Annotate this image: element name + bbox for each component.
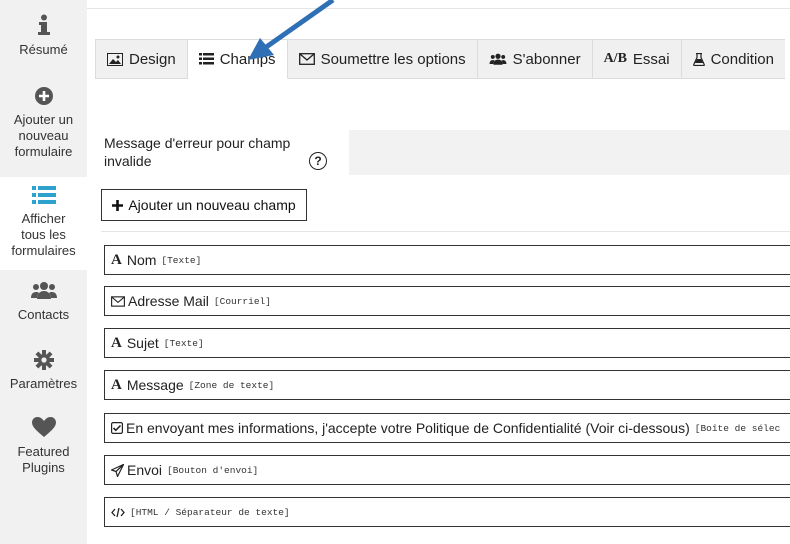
plus-circle-icon xyxy=(0,86,87,110)
tab-label: S'abonner xyxy=(512,50,581,68)
users-icon xyxy=(0,281,87,305)
field-type: [HTML / Séparateur de texte] xyxy=(130,506,290,518)
text-icon: A xyxy=(111,251,122,268)
field-row-message[interactable]: A Message [Zone de texte] xyxy=(104,370,790,400)
sidebar-item-label: Paramètres xyxy=(9,376,78,391)
sidebar-item-featured-plugins[interactable]: Featured Plugins xyxy=(0,416,87,482)
field-label: Message xyxy=(126,377,184,393)
list-icon xyxy=(198,53,214,65)
tab-subscribe[interactable]: S'abonner xyxy=(477,39,593,79)
code-icon xyxy=(111,507,125,518)
field-type: [Zone de texte] xyxy=(188,379,275,391)
field-row-name[interactable]: A Nom [Texte] xyxy=(104,245,790,275)
tab-label: Design xyxy=(129,50,176,68)
field-type: [Courriel] xyxy=(213,295,271,307)
ab-icon: A/B xyxy=(603,51,627,66)
image-icon xyxy=(107,52,123,66)
send-icon xyxy=(111,463,124,477)
text-icon: A xyxy=(111,376,122,393)
sidebar-item-label: Featured Plugins xyxy=(17,444,70,475)
info-icon xyxy=(0,14,87,40)
sidebar: Résumé Ajouter un nouveau formulaire Aff… xyxy=(0,0,87,544)
error-message-input[interactable] xyxy=(349,130,790,175)
sidebar-item-label: Résumé xyxy=(19,42,68,57)
error-message-label: Message d'erreur pour champ invalide xyxy=(104,135,291,169)
main-panel: Design Champs Soumettre les options S'ab… xyxy=(87,0,790,544)
tab-label: Soumettre les options xyxy=(320,50,466,68)
tab-fields[interactable]: Champs xyxy=(187,39,288,79)
field-label: Sujet xyxy=(126,335,159,351)
tab-conditions[interactable]: Condition xyxy=(681,39,785,79)
field-label: Envoi xyxy=(127,462,163,478)
sidebar-item-all-forms[interactable]: Afficher tous les formulaires xyxy=(0,177,87,270)
sidebar-item-add-form[interactable]: Ajouter un nouveau formulaire xyxy=(0,86,87,172)
envelope-icon xyxy=(111,295,125,307)
tab-bar: Design Champs Soumettre les options S'ab… xyxy=(95,39,790,79)
tab-label: Essai xyxy=(632,50,670,68)
field-type: [Boîte de sélec xyxy=(694,422,781,434)
tab-submit-options[interactable]: Soumettre les options xyxy=(287,39,478,79)
sidebar-item-resume[interactable]: Résumé xyxy=(0,14,87,70)
top-divider xyxy=(87,8,790,9)
tab-label: Champs xyxy=(219,50,276,68)
sidebar-item-contacts[interactable]: Contacts xyxy=(0,281,87,333)
tab-label: Condition xyxy=(710,50,774,68)
flask-icon xyxy=(692,52,705,66)
sidebar-item-label: Contacts xyxy=(17,307,70,322)
plus-icon xyxy=(112,199,124,211)
field-row-submit[interactable]: Envoi [Bouton d'envoi] xyxy=(104,455,790,485)
sidebar-item-label: Ajouter un nouveau formulaire xyxy=(13,112,74,159)
add-field-button[interactable]: Ajouter un nouveau champ xyxy=(101,189,307,221)
field-row-subject[interactable]: A Sujet [Texte] xyxy=(104,328,790,358)
help-icon[interactable]: ? xyxy=(309,152,327,170)
sidebar-item-label: Afficher tous les formulaires xyxy=(11,211,76,258)
checkbox-icon xyxy=(111,422,123,434)
users-icon xyxy=(489,53,507,66)
heart-icon xyxy=(0,416,87,442)
text-icon: A xyxy=(111,334,122,351)
field-label: En envoyant mes informations, j'accepte … xyxy=(126,420,690,436)
field-row-email[interactable]: Adresse Mail [Courriel] xyxy=(104,286,790,316)
field-label: Nom xyxy=(126,252,157,268)
field-type: [Texte] xyxy=(161,254,202,266)
list-icon xyxy=(0,185,87,209)
tab-design[interactable]: Design xyxy=(95,39,188,79)
sidebar-item-settings[interactable]: Paramètres xyxy=(0,350,87,398)
field-label: Adresse Mail xyxy=(128,293,209,309)
tab-ab-test[interactable]: A/B Essai xyxy=(592,39,682,79)
field-type: [Bouton d'envoi] xyxy=(167,464,259,476)
field-row-consent[interactable]: En envoyant mes informations, j'accepte … xyxy=(104,413,790,443)
field-row-html[interactable]: [HTML / Séparateur de texte] xyxy=(104,497,790,527)
section-divider xyxy=(101,231,790,232)
field-type: [Texte] xyxy=(163,337,204,349)
envelope-icon xyxy=(298,53,315,65)
gear-icon xyxy=(0,350,87,374)
add-field-label: Ajouter un nouveau champ xyxy=(128,197,296,213)
